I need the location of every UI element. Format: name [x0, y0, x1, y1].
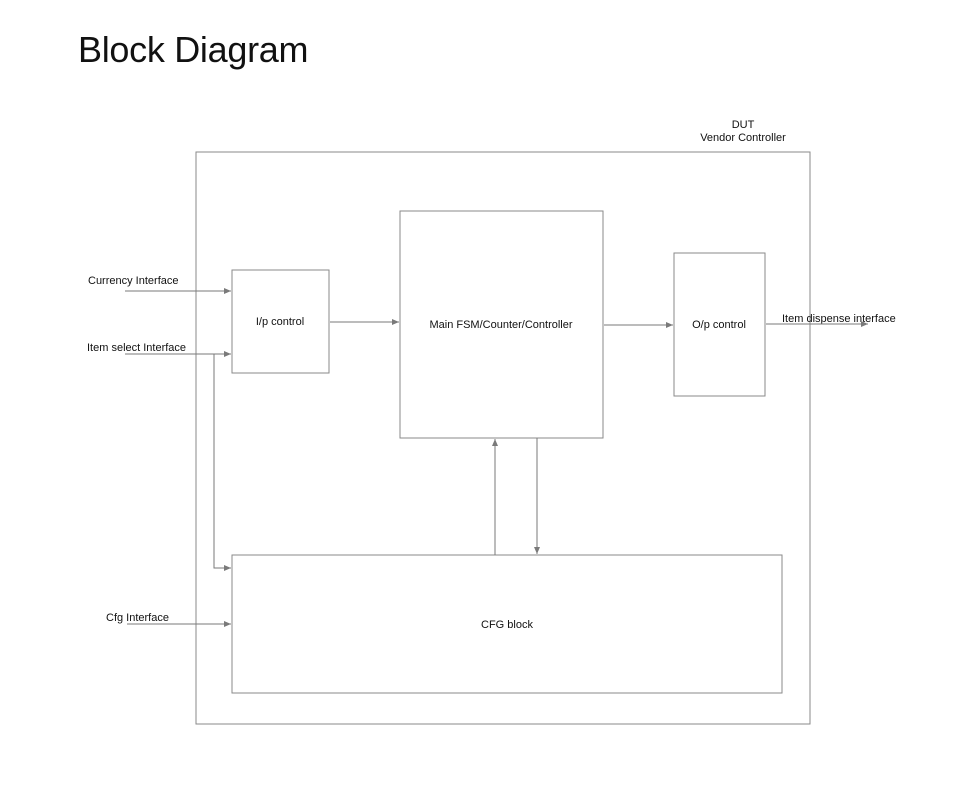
op-control-label: O/p control: [692, 319, 746, 331]
cfg-interface-label: Cfg Interface: [106, 612, 169, 624]
ip-control-label: I/p control: [256, 316, 304, 328]
vendor-controller-label: Vendor Controller: [700, 132, 786, 144]
item-select-interface-label: Item select Interface: [87, 342, 186, 354]
item-select-to-cfg-arrow: [213, 354, 231, 571]
cfg-block: CFG block: [231, 554, 783, 694]
currency-interface-label: Currency Interface: [88, 275, 178, 287]
ip-control-block: I/p control: [231, 269, 330, 374]
cfg-block-label: CFG block: [481, 619, 533, 631]
item-dispense-interface-label: Item dispense interface: [782, 313, 896, 325]
main-fsm-label: Main FSM/Counter/Controller: [429, 319, 572, 331]
main-fsm-block: Main FSM/Counter/Controller: [399, 210, 604, 439]
op-control-block: O/p control: [673, 252, 766, 397]
dut-label: DUT: [732, 119, 755, 131]
block-diagram: DUT Vendor Controller I/p control Main F…: [87, 119, 896, 725]
